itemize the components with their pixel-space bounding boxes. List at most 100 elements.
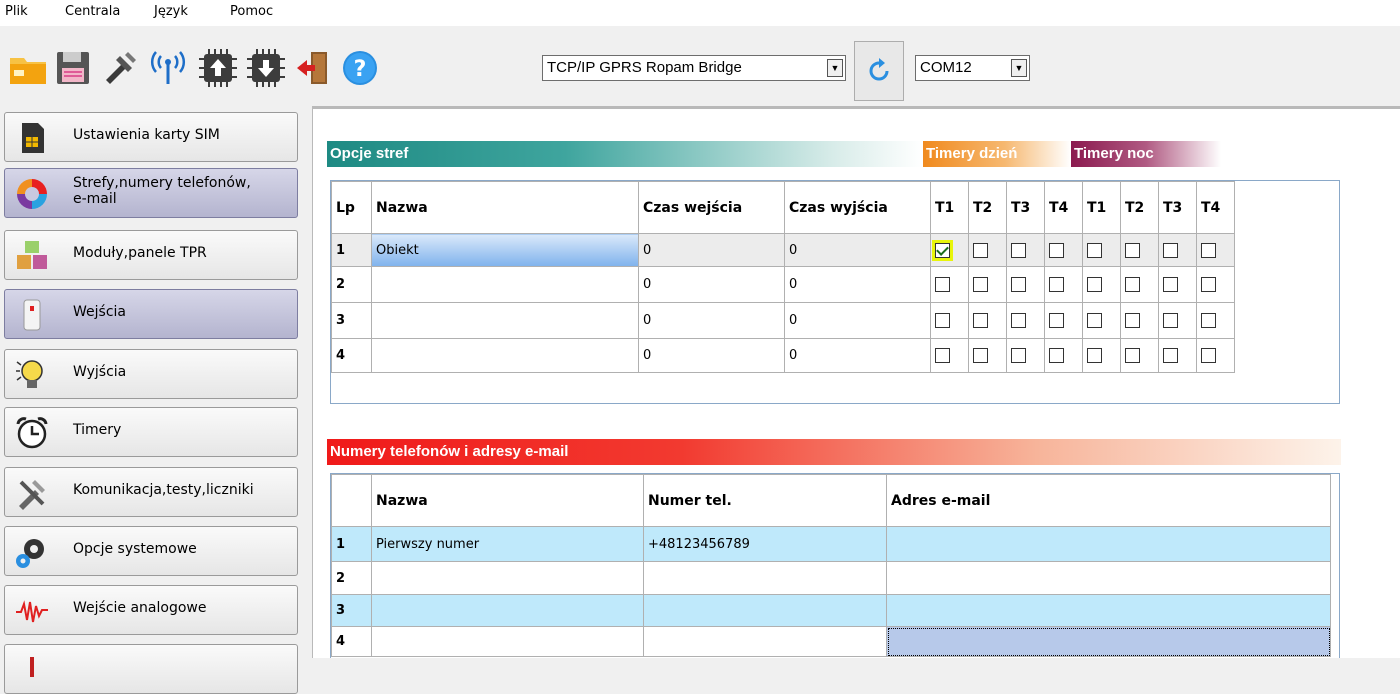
night-t1-checkbox[interactable] xyxy=(1087,348,1102,363)
zone-name-cell[interactable] xyxy=(371,302,639,339)
sidebar-item-more[interactable] xyxy=(4,644,298,694)
day-t3-cell xyxy=(1006,266,1045,303)
night-t2-checkbox[interactable] xyxy=(1125,277,1140,292)
sidebar: Ustawienia karty SIM Strefy,numery telef… xyxy=(0,106,308,694)
table-row[interactable]: 3 0 0 xyxy=(331,302,1235,339)
night-t3-checkbox[interactable] xyxy=(1163,277,1178,292)
email-cell[interactable] xyxy=(886,561,1331,595)
row-number: 3 xyxy=(331,302,372,339)
zone-name-cell[interactable] xyxy=(371,338,639,373)
night-t4-checkbox[interactable] xyxy=(1201,348,1216,363)
exit-time-cell[interactable]: 0 xyxy=(784,338,931,373)
table-row[interactable]: 4 xyxy=(331,626,1331,657)
save-icon[interactable] xyxy=(53,48,93,88)
phone-name-cell[interactable] xyxy=(371,561,644,595)
zone-name-cell[interactable] xyxy=(371,266,639,303)
folder-icon[interactable] xyxy=(8,48,48,88)
tools-icon[interactable] xyxy=(100,48,140,88)
port-select[interactable]: COM12 ▼ xyxy=(915,55,1030,81)
exit-icon[interactable] xyxy=(293,48,333,88)
phone-number-cell[interactable] xyxy=(643,594,887,627)
menu-help[interactable]: Pomoc xyxy=(230,4,273,19)
day-t1-checkbox[interactable] xyxy=(935,277,950,292)
sidebar-item-communication[interactable]: Komunikacja,testy,liczniki xyxy=(4,467,298,517)
sidebar-item-zones-phones[interactable]: Strefy,numery telefonów, e-mail xyxy=(4,168,298,218)
day-t1-checkbox[interactable] xyxy=(935,313,950,328)
day-t3-checkbox[interactable] xyxy=(1011,348,1026,363)
phone-number-cell[interactable] xyxy=(643,626,887,657)
chip-upload-icon[interactable] xyxy=(198,48,238,88)
exit-time-cell[interactable]: 0 xyxy=(784,266,931,303)
email-cell[interactable] xyxy=(886,594,1331,627)
table-row[interactable]: 2 0 0 xyxy=(331,266,1235,303)
entry-time-cell[interactable]: 0 xyxy=(638,266,785,303)
entry-time-cell[interactable]: 0 xyxy=(638,233,785,267)
day-t4-checkbox[interactable] xyxy=(1049,242,1064,258)
night-t4-checkbox[interactable] xyxy=(1201,242,1216,258)
entry-time-cell[interactable]: 0 xyxy=(638,302,785,339)
night-t3-checkbox[interactable] xyxy=(1163,348,1178,363)
night-t4-checkbox[interactable] xyxy=(1201,313,1216,328)
day-t2-checkbox[interactable] xyxy=(973,277,988,292)
phone-name-cell[interactable] xyxy=(371,626,644,657)
sidebar-item-outputs[interactable]: Wyjścia xyxy=(4,349,298,399)
day-t2-checkbox[interactable] xyxy=(973,313,988,328)
exit-time-cell[interactable]: 0 xyxy=(784,302,931,339)
day-t1-cell xyxy=(930,302,969,339)
pie-chart-icon xyxy=(17,179,47,209)
night-t4-cell xyxy=(1196,266,1235,303)
day-t1-checkbox[interactable] xyxy=(935,348,950,363)
email-cell-focused[interactable] xyxy=(886,626,1331,657)
table-row[interactable]: 2 xyxy=(331,561,1331,595)
table-row[interactable]: 1 Pierwszy numer +48123456789 xyxy=(331,526,1331,562)
night-t2-checkbox[interactable] xyxy=(1125,348,1140,363)
wrench-hammer-icon xyxy=(19,480,45,510)
phone-name-cell[interactable]: Pierwszy numer xyxy=(371,526,644,562)
zone-name-cell[interactable]: Obiekt xyxy=(371,233,639,267)
table-row[interactable]: 3 xyxy=(331,594,1331,627)
menu-file[interactable]: Plik xyxy=(5,4,28,19)
night-t1-checkbox[interactable] xyxy=(1087,242,1102,258)
chevron-down-icon[interactable]: ▼ xyxy=(1011,59,1027,77)
row-number: 4 xyxy=(331,338,372,373)
day-t4-checkbox[interactable] xyxy=(1049,277,1064,292)
night-t2-cell xyxy=(1120,302,1159,339)
table-row[interactable]: 1 Obiekt 0 0 xyxy=(331,233,1235,267)
day-t2-checkbox[interactable] xyxy=(973,242,988,258)
day-t2-checkbox[interactable] xyxy=(973,348,988,363)
menu-central[interactable]: Centrala xyxy=(65,4,120,19)
sidebar-item-sim[interactable]: Ustawienia karty SIM xyxy=(4,112,298,162)
email-cell[interactable] xyxy=(886,526,1331,562)
entry-time-cell[interactable]: 0 xyxy=(638,338,785,373)
night-t3-checkbox[interactable] xyxy=(1163,313,1178,328)
phone-number-cell[interactable] xyxy=(643,561,887,595)
night-t1-checkbox[interactable] xyxy=(1087,277,1102,292)
day-t4-checkbox[interactable] xyxy=(1049,313,1064,328)
chevron-down-icon[interactable]: ▼ xyxy=(827,59,843,77)
night-t1-checkbox[interactable] xyxy=(1087,313,1102,328)
sidebar-item-timers[interactable]: Timery xyxy=(4,407,298,457)
night-t4-checkbox[interactable] xyxy=(1201,277,1216,292)
night-t2-checkbox[interactable] xyxy=(1125,313,1140,328)
sidebar-item-inputs[interactable]: Wejścia xyxy=(4,289,298,339)
night-t2-checkbox[interactable] xyxy=(1125,242,1140,258)
sidebar-item-system-options[interactable]: Opcje systemowe xyxy=(4,526,298,576)
night-t3-checkbox[interactable] xyxy=(1163,242,1178,258)
table-row[interactable]: 4 0 0 xyxy=(331,338,1235,373)
day-t3-checkbox[interactable] xyxy=(1011,242,1026,258)
menu-language[interactable]: Język xyxy=(154,4,188,19)
help-icon[interactable]: ? xyxy=(340,48,380,88)
day-t3-checkbox[interactable] xyxy=(1011,277,1026,292)
sidebar-item-analog-input[interactable]: Wejście analogowe xyxy=(4,585,298,635)
day-t1-checkbox[interactable] xyxy=(935,242,950,258)
day-t3-checkbox[interactable] xyxy=(1011,313,1026,328)
day-t4-checkbox[interactable] xyxy=(1049,348,1064,363)
phone-number-cell[interactable]: +48123456789 xyxy=(643,526,887,562)
antenna-icon[interactable] xyxy=(148,48,188,88)
exit-time-cell[interactable]: 0 xyxy=(784,233,931,267)
phone-name-cell[interactable] xyxy=(371,594,644,627)
refresh-button[interactable] xyxy=(854,41,904,101)
chip-download-icon[interactable] xyxy=(246,48,286,88)
sidebar-item-modules[interactable]: Moduły,panele TPR xyxy=(4,230,298,280)
connection-select[interactable]: TCP/IP GPRS Ropam Bridge ▼ xyxy=(542,55,846,81)
